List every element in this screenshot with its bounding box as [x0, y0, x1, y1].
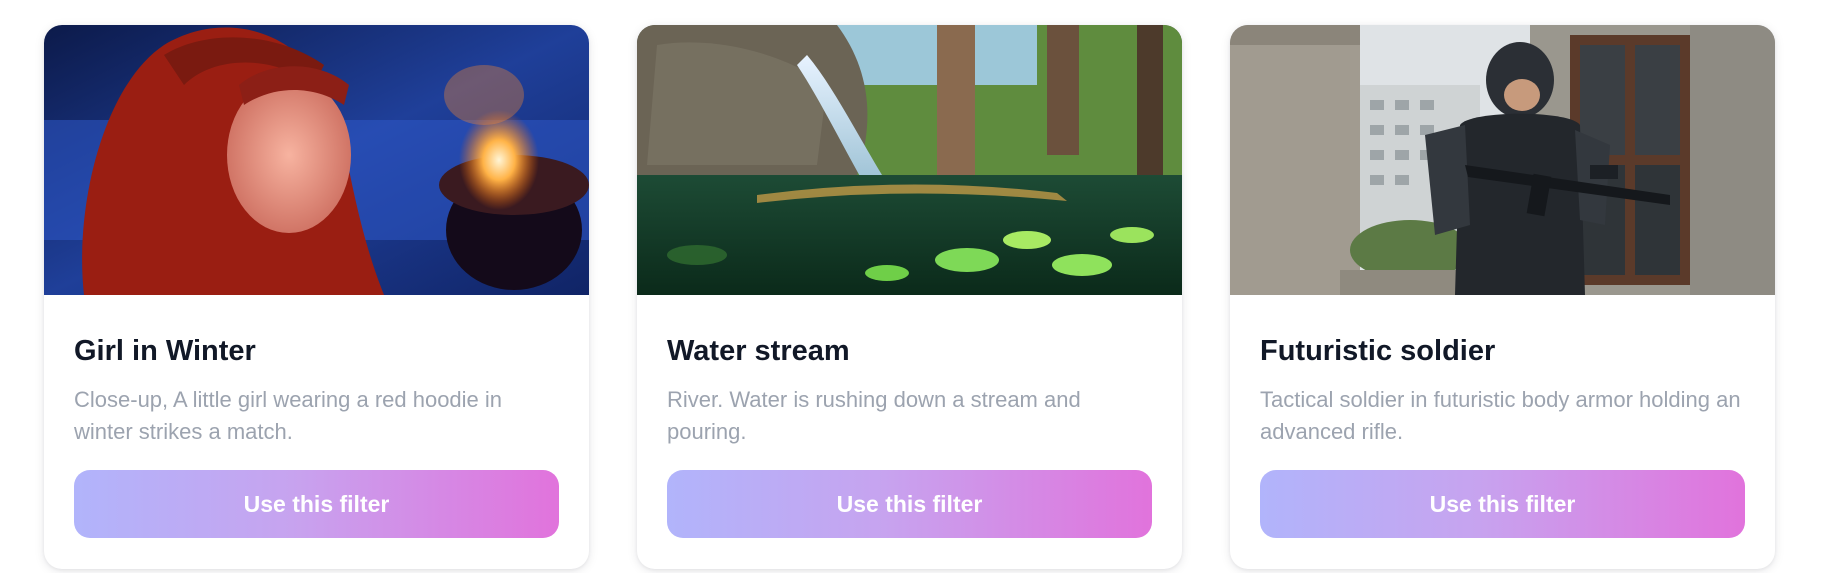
- futuristic-soldier-photo: [1230, 25, 1775, 295]
- card-title: Girl in Winter: [74, 335, 256, 367]
- card-title: Futuristic soldier: [1260, 335, 1496, 367]
- use-filter-button-label: Use this filter: [836, 490, 983, 517]
- card-title: Water stream: [667, 335, 850, 367]
- girl-in-winter-photo: [44, 25, 589, 295]
- card-image-futuristic-soldier: [1230, 25, 1775, 295]
- use-filter-button[interactable]: Use this filter: [74, 470, 559, 539]
- filter-card-futuristic-soldier: Futuristic soldier Tactical soldier in f…: [1230, 25, 1775, 569]
- card-description: River. Water is rushing down a stream an…: [667, 387, 1081, 445]
- filter-card-water-stream: Water stream River. Water is rushing dow…: [637, 25, 1182, 569]
- water-stream-photo: [637, 25, 1182, 295]
- filter-card-girl-in-winter: Girl in Winter Close-up, A little girl w…: [44, 25, 589, 569]
- filter-card-grid: Girl in Winter Close-up, A little girl w…: [0, 0, 1827, 569]
- card-description: Close-up, A little girl wearing a red ho…: [74, 387, 503, 445]
- use-filter-button-label: Use this filter: [1429, 490, 1576, 517]
- use-filter-button-label: Use this filter: [243, 490, 390, 517]
- use-filter-button[interactable]: Use this filter: [667, 470, 1152, 539]
- use-filter-button[interactable]: Use this filter: [1260, 470, 1745, 539]
- card-image-girl-in-winter: [44, 25, 589, 295]
- card-image-water-stream: [637, 25, 1182, 295]
- card-description: Tactical soldier in futuristic body armo…: [1260, 387, 1741, 445]
